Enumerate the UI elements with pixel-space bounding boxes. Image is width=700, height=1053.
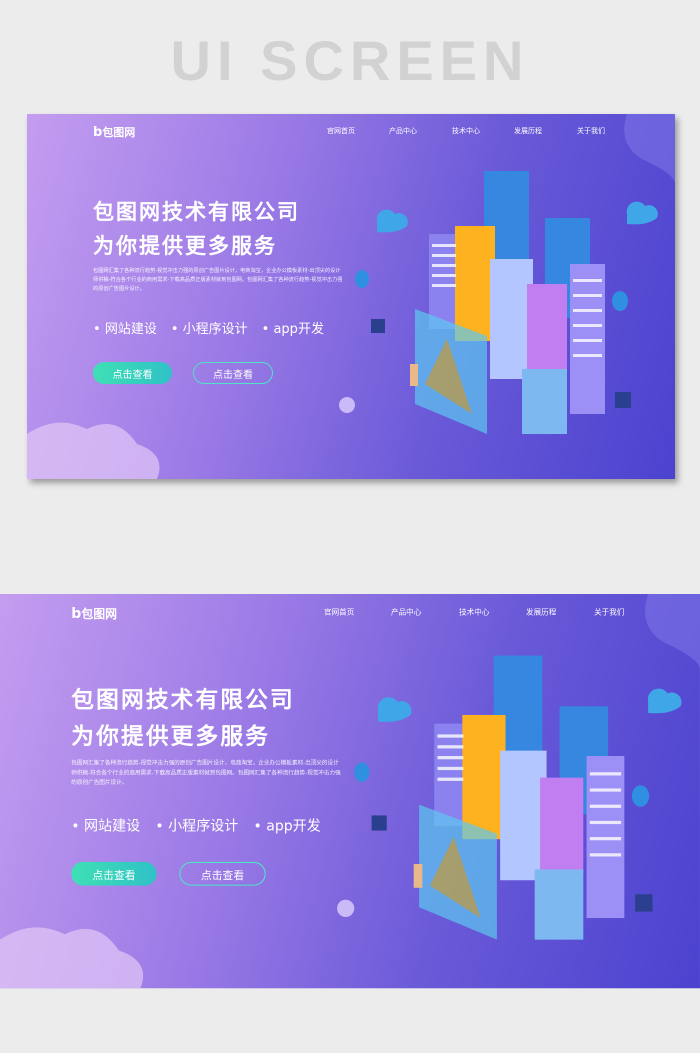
feature-list: 网站建设 小程序设计 app开发: [71, 814, 321, 835]
nav-history[interactable]: 发展历程: [514, 126, 542, 136]
feature-item: 小程序设计: [155, 814, 238, 835]
hero-title-line1: 包图网技术有限公司: [93, 200, 300, 224]
hero-description: 包图网汇集了各种流行趋势-视觉冲击力强的原创广告图片设计，电商淘宝，企业办公模板…: [71, 760, 341, 787]
logo-text: 包图网: [81, 606, 117, 622]
screen-title: UI SCREEN: [170, 29, 530, 92]
logo[interactable]: b包图网: [71, 605, 117, 622]
nav-about[interactable]: 关于我们: [594, 607, 624, 618]
nav-home[interactable]: 官网首页: [327, 126, 355, 136]
logo-mark: b: [93, 125, 103, 140]
nav-tech[interactable]: 技术中心: [452, 126, 480, 136]
nav-history[interactable]: 发展历程: [526, 607, 556, 618]
nav-tech[interactable]: 技术中心: [459, 607, 489, 618]
feature-item: 网站建设: [71, 814, 140, 835]
view-button-outline[interactable]: 点击查看: [193, 362, 273, 384]
feature-list: 网站建设 小程序设计 app开发: [93, 318, 324, 337]
banner-full: b包图网 官网首页 产品中心 技术中心 发展历程 关于我们 包图网技术有限公司 …: [0, 594, 700, 989]
logo[interactable]: b包图网: [93, 124, 135, 140]
nav-home[interactable]: 官网首页: [324, 607, 354, 618]
city-illustration: [0, 594, 700, 989]
logo-mark: b: [71, 605, 82, 623]
view-button-primary[interactable]: 点击查看: [93, 362, 172, 384]
feature-item: app开发: [253, 814, 321, 835]
city-illustration: [27, 114, 675, 479]
hero-title-line2: 为你提供更多服务: [93, 234, 277, 258]
feature-item: app开发: [262, 318, 323, 337]
view-button-primary[interactable]: 点击查看: [71, 861, 157, 886]
nav-products[interactable]: 产品中心: [389, 126, 417, 136]
hero-description: 包图网汇集了各种流行趋势-视觉冲击力强的原创广告图片设计，电商淘宝，企业办公模板…: [93, 268, 343, 292]
feature-item: 小程序设计: [171, 318, 248, 337]
nav-products[interactable]: 产品中心: [391, 607, 421, 618]
view-button-outline[interactable]: 点击查看: [179, 861, 266, 886]
logo-text: 包图网: [102, 126, 136, 139]
hero-title-line2: 为你提供更多服务: [71, 723, 271, 750]
feature-item: 网站建设: [93, 318, 157, 337]
banner-preview: b包图网 官网首页 产品中心 技术中心 发展历程 关于我们 包图网技术有限公司 …: [27, 114, 675, 479]
hero-title-line1: 包图网技术有限公司: [71, 686, 295, 713]
nav-about[interactable]: 关于我们: [577, 126, 605, 136]
